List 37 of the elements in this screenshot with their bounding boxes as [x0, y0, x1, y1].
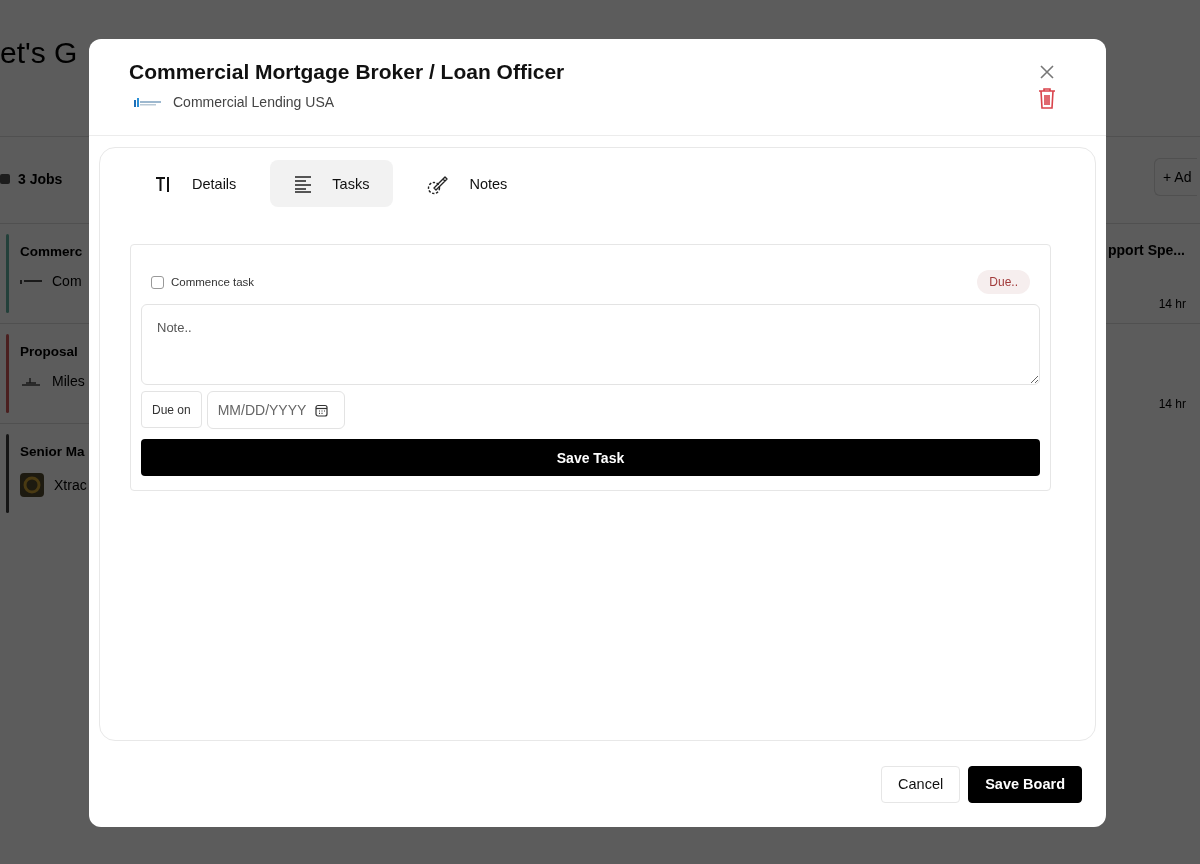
note-field[interactable]: Note..: [141, 304, 1040, 385]
due-badge: Due..: [977, 270, 1030, 294]
job-title: Commerc: [20, 244, 83, 259]
save-board-button[interactable]: Save Board: [968, 765, 1082, 803]
checkbox[interactable]: [151, 275, 164, 289]
calendar-icon: [314, 403, 328, 417]
tab[interactable]: Details: [130, 160, 261, 207]
time-ago: 14 hr: [1158, 297, 1187, 311]
company-name: Xtrac: [54, 477, 87, 493]
logo-icon: [133, 96, 161, 108]
trash-icon: [1038, 87, 1056, 109]
align-left-icon: [294, 174, 313, 193]
checkbox-label: Commence task: [171, 276, 255, 288]
close-button[interactable]: [1040, 65, 1054, 79]
dialog-title: Commercial Mortgage Broker / Loan Officer: [129, 59, 566, 85]
status-square-icon: [0, 173, 10, 184]
job-title: Proposal: [20, 344, 79, 359]
due-on-button[interactable]: Due on: [141, 391, 202, 428]
text-cursor-icon: [154, 174, 172, 193]
logo-icon: [20, 277, 42, 285]
cancel-button[interactable]: Cancel: [881, 765, 961, 803]
tab[interactable]: Tasks: [270, 160, 394, 207]
page-title: et's G: [0, 35, 79, 71]
delete-button[interactable]: [1038, 87, 1056, 109]
time-ago: 14 hr: [1158, 397, 1187, 411]
company-name: Miles: [52, 373, 85, 389]
logo-icon: [20, 376, 42, 386]
logo-icon: [20, 473, 44, 497]
date-field[interactable]: MM/DD/YYYY: [206, 391, 345, 429]
jobs-count: 3 Jobs: [18, 170, 63, 187]
tab[interactable]: Notes: [403, 160, 532, 207]
save-task-button[interactable]: Save Task: [141, 439, 1040, 476]
company-name: Com: [52, 273, 82, 289]
job-title: Senior Ma: [20, 444, 86, 459]
job-title: pport Spe...: [1107, 242, 1186, 258]
company-name: Commercial Lending USA: [173, 94, 335, 110]
close-icon: [1040, 65, 1054, 79]
